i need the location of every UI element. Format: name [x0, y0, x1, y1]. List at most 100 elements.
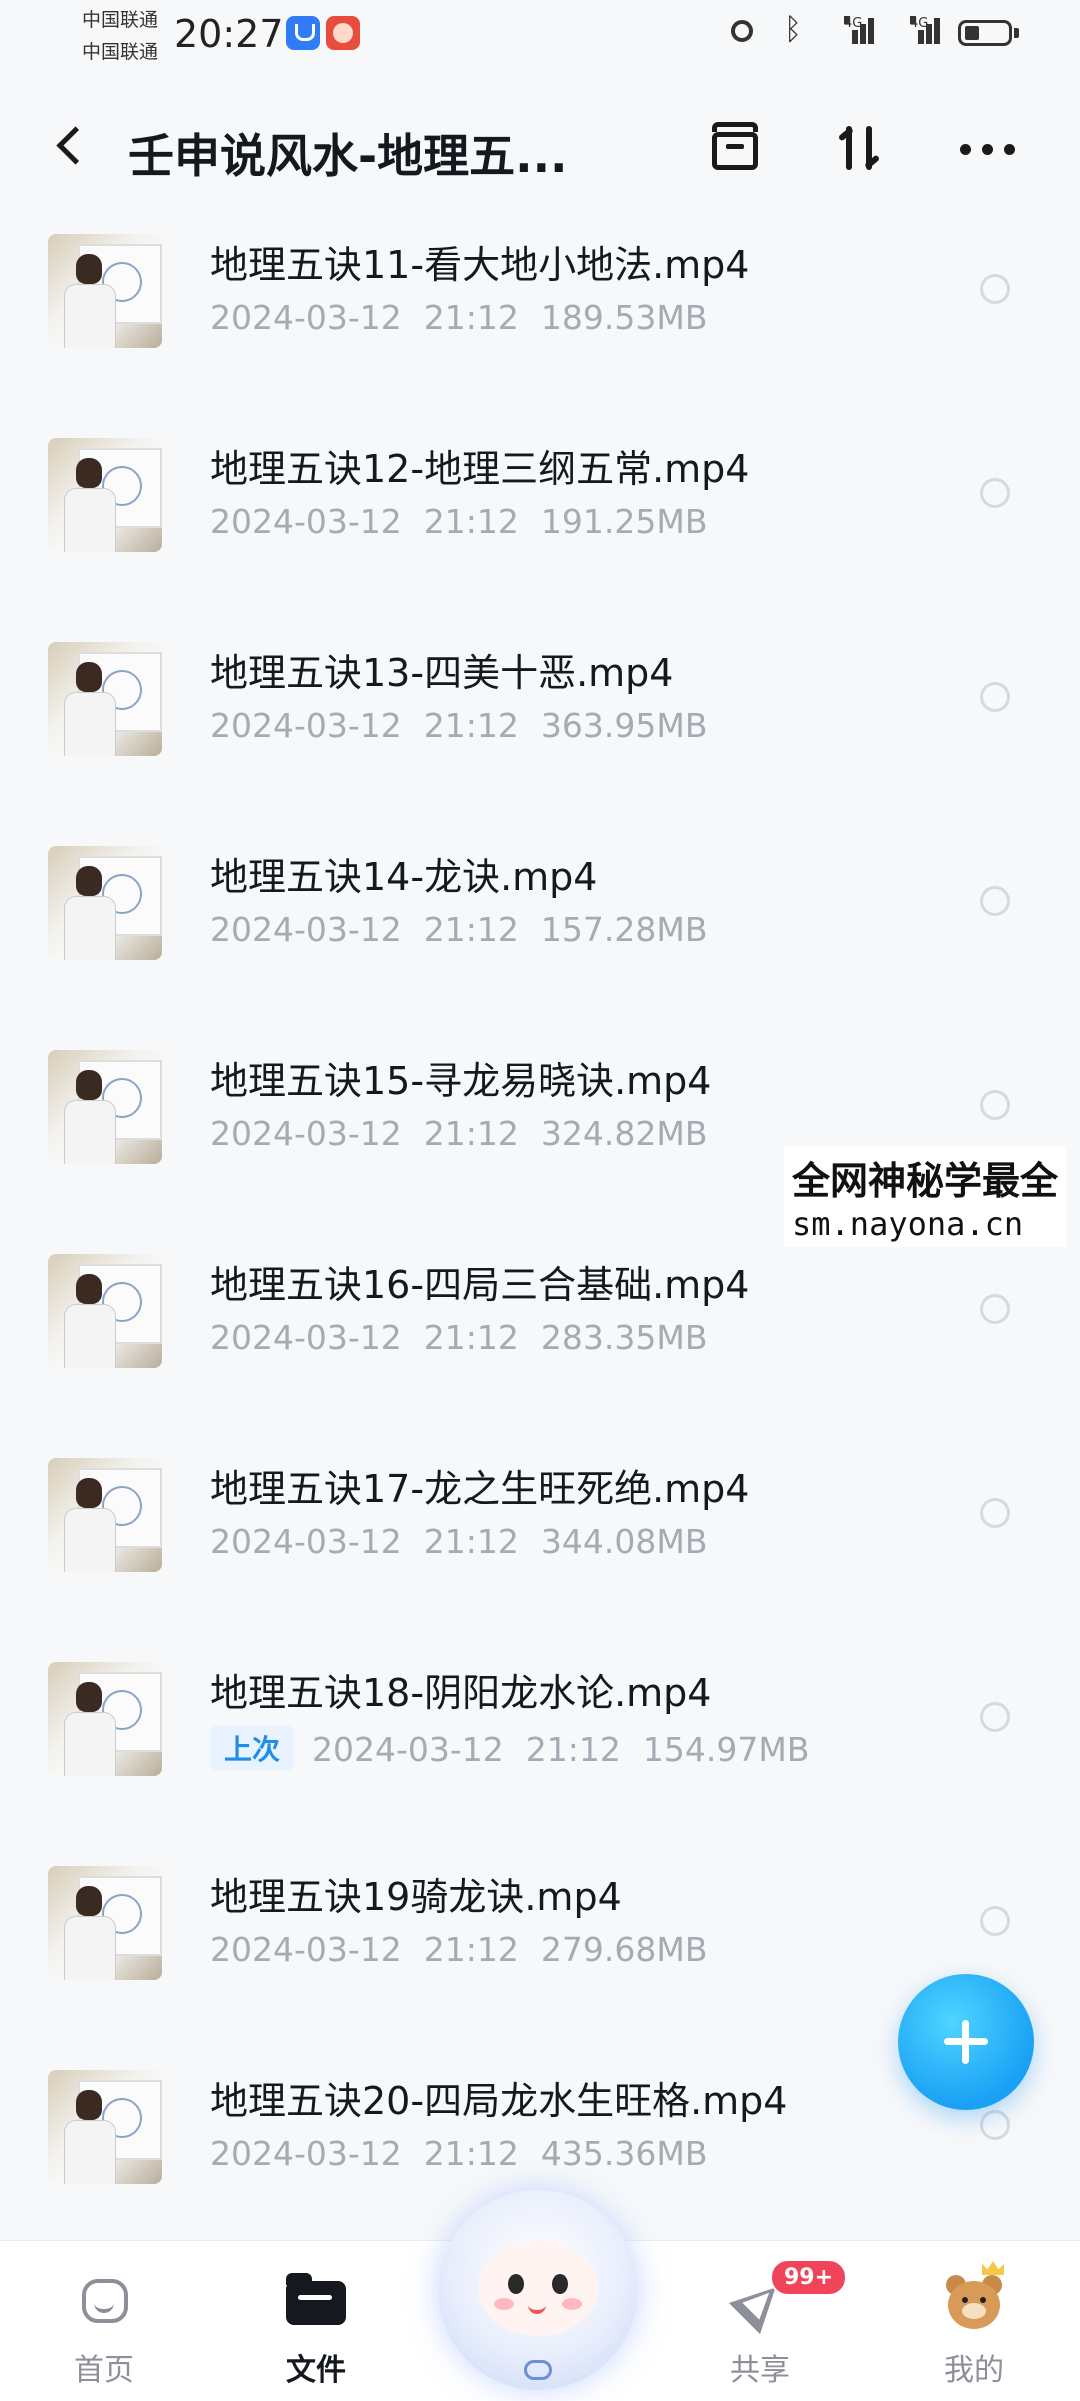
video-thumbnail	[48, 1866, 162, 1980]
mascot-assistant-button[interactable]	[428, 2170, 648, 2400]
file-size: 189.53MB	[540, 298, 708, 337]
select-radio[interactable]	[980, 1906, 1010, 1936]
file-meta: 2024-03-12 21:12 157.28MB	[210, 910, 707, 949]
home-icon	[78, 2271, 132, 2325]
video-thumbnail	[48, 846, 162, 960]
file-date: 2024-03-12	[312, 1730, 504, 1769]
file-meta: 2024-03-12 21:12 324.82MB	[210, 1114, 707, 1153]
file-size: 154.97MB	[642, 1730, 810, 1769]
select-radio[interactable]	[980, 1498, 1010, 1528]
select-radio[interactable]	[980, 2110, 1010, 2140]
carrier-label-1: 中国联通	[82, 9, 159, 31]
status-clock: 20:27	[174, 12, 284, 56]
file-date: 2024-03-12	[210, 706, 402, 745]
file-time: 21:12	[423, 2134, 519, 2173]
video-thumbnail	[48, 1254, 162, 1368]
alarm-icon	[726, 14, 760, 48]
file-date: 2024-03-12	[210, 298, 402, 337]
watermark-line-1: 全网神秘学最全	[792, 1159, 1059, 1203]
file-date: 2024-03-12	[210, 1114, 402, 1153]
file-time: 21:12	[423, 1318, 519, 1357]
file-row[interactable]: 地理五诀14-龙诀.mp4 2024-03-12 21:12 157.28MB	[0, 818, 1080, 1022]
more-options-icon[interactable]	[956, 118, 1026, 178]
file-name: 地理五诀19骑龙诀.mp4	[210, 1875, 622, 1919]
file-row[interactable]: 地理五诀11-看大地小地法.mp4 2024-03-12 21:12 189.53M…	[0, 206, 1080, 410]
status-indicators: 4G 4G	[726, 12, 1020, 48]
nav-item-mine[interactable]: 我的	[904, 2261, 1044, 2391]
file-time: 21:12	[423, 706, 519, 745]
file-row[interactable]: 地理五诀16-四局三合基础.mp4 2024-03-12 21:12 283.35M…	[0, 1226, 1080, 1430]
cloud-logo-icon	[524, 2360, 552, 2380]
signal-icon: 4G	[892, 14, 942, 48]
file-row[interactable]: 地理五诀13-四美十恶.mp4 2024-03-12 21:12 363.95MB	[0, 614, 1080, 818]
video-thumbnail	[48, 234, 162, 348]
nav-item-share[interactable]: 99+ 共享	[690, 2259, 848, 2391]
select-radio[interactable]	[980, 1702, 1010, 1732]
video-thumbnail	[48, 642, 162, 756]
select-radio[interactable]	[980, 886, 1010, 916]
select-radio[interactable]	[980, 1090, 1010, 1120]
file-name: 地理五诀16-四局三合基础.mp4	[210, 1263, 750, 1307]
signal-icon: 4G	[826, 14, 876, 48]
file-row[interactable]: 地理五诀17-龙之生旺死绝.mp4 2024-03-12 21:12 344.08M…	[0, 1430, 1080, 1634]
file-name: 地理五诀12-地理三纲五常.mp4	[210, 447, 750, 491]
network-type-label: 4G	[844, 16, 863, 31]
nav-label: 文件	[286, 2353, 346, 2388]
file-meta: 2024-03-12 21:12 191.25MB	[210, 502, 707, 541]
file-time: 21:12	[423, 1522, 519, 1561]
file-name: 地理五诀14-龙诀.mp4	[210, 855, 598, 899]
sort-icon[interactable]	[832, 118, 892, 178]
select-radio[interactable]	[980, 682, 1010, 712]
select-radio[interactable]	[980, 1294, 1010, 1324]
file-meta: 2024-03-12 21:12 344.08MB	[210, 1522, 707, 1561]
file-date: 2024-03-12	[210, 1522, 402, 1561]
nav-item-home[interactable]: 首页	[34, 2261, 174, 2391]
select-radio[interactable]	[980, 478, 1010, 508]
file-size: 191.25MB	[540, 502, 708, 541]
file-time: 21:12	[423, 298, 519, 337]
last-played-badge: 上次	[210, 1726, 295, 1770]
back-arrow-icon[interactable]	[48, 118, 98, 174]
file-meta: 2024-03-12 21:12 279.68MB	[210, 1930, 707, 1969]
file-time: 21:12	[423, 502, 519, 541]
file-date: 2024-03-12	[210, 910, 402, 949]
nav-label: 共享	[730, 2353, 790, 2388]
file-time: 21:12	[525, 1730, 621, 1769]
file-size: 157.28MB	[540, 910, 708, 949]
file-date: 2024-03-12	[210, 502, 402, 541]
status-bar: 中国联通 中国联通 20:27 4G 4G	[0, 0, 1080, 80]
select-radio[interactable]	[980, 274, 1010, 304]
file-size: 344.08MB	[540, 1522, 708, 1561]
network-type-label: 4G	[910, 16, 929, 31]
file-name: 地理五诀15-寻龙易晓诀.mp4	[210, 1059, 712, 1103]
nav-label: 首页	[74, 2353, 134, 2388]
bluetooth-icon	[776, 12, 810, 48]
file-name: 地理五诀13-四美十恶.mp4	[210, 651, 674, 695]
file-size: 435.36MB	[540, 2134, 708, 2173]
file-meta: 上次 2024-03-12 21:12 154.97MB	[210, 1726, 810, 1770]
battery-icon	[958, 14, 1020, 48]
file-time: 21:12	[423, 910, 519, 949]
file-row[interactable]: 地理五诀12-地理三纲五常.mp4 2024-03-12 21:12 191.25M…	[0, 410, 1080, 614]
file-date: 2024-03-12	[210, 1930, 402, 1969]
file-size: 363.95MB	[540, 706, 708, 745]
file-size: 283.35MB	[540, 1318, 708, 1357]
file-name: 地理五诀20-四局龙水生旺格.mp4	[210, 2079, 788, 2123]
file-meta: 2024-03-12 21:12 283.35MB	[210, 1318, 707, 1357]
video-thumbnail	[48, 1662, 162, 1776]
video-thumbnail	[48, 438, 162, 552]
nav-item-files[interactable]: 文件	[246, 2261, 386, 2391]
file-name: 地理五诀18-阴阳龙水论.mp4	[210, 1671, 712, 1715]
add-button[interactable]	[898, 1974, 1034, 2110]
archive-icon[interactable]	[706, 118, 766, 178]
file-meta: 2024-03-12 21:12 189.53MB	[210, 298, 707, 337]
file-name: 地理五诀17-龙之生旺死绝.mp4	[210, 1467, 750, 1511]
file-meta: 2024-03-12 21:12 363.95MB	[210, 706, 707, 745]
watermark-line-2: sm.nayona.cn	[792, 1205, 1024, 1243]
video-thumbnail	[48, 2070, 162, 2184]
file-row[interactable]: 地理五诀18-阴阳龙水论.mp4 上次 2024-03-12 21:12 154.97…	[0, 1634, 1080, 1838]
file-time: 21:12	[423, 1930, 519, 1969]
video-thumbnail	[48, 1050, 162, 1164]
file-size: 324.82MB	[540, 1114, 708, 1153]
avatar	[942, 2261, 1006, 2335]
